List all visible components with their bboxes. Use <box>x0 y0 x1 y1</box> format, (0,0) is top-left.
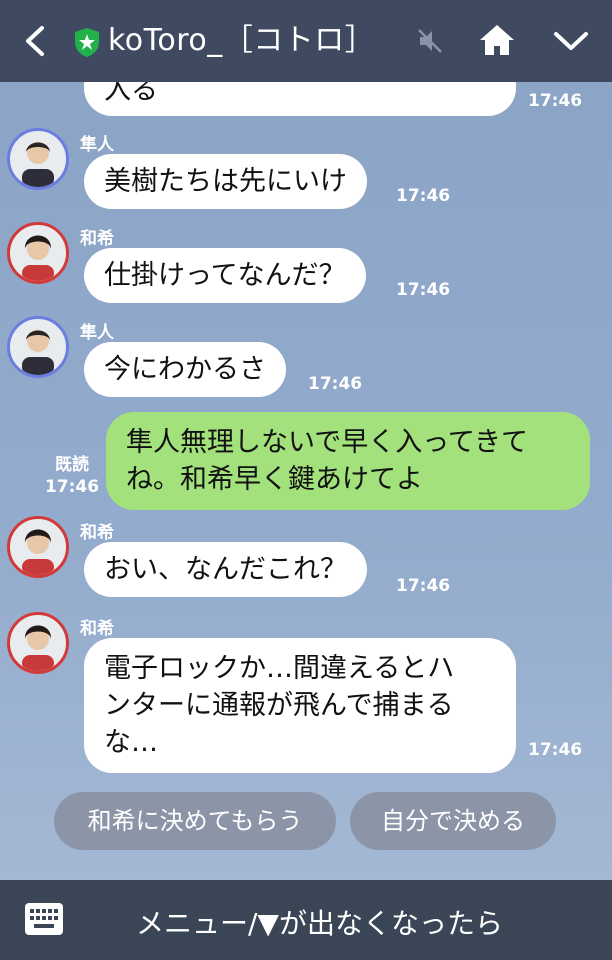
sender-name: 和希 <box>80 619 114 639</box>
home-icon[interactable] <box>478 22 516 58</box>
chevron-down-icon[interactable] <box>552 26 590 56</box>
back-chevron-icon[interactable] <box>18 22 52 60</box>
read-label: 既読 <box>55 455 89 475</box>
message-bubble: 入る <box>84 82 516 116</box>
sender-name: 和希 <box>80 523 114 543</box>
message-time: 17:46 <box>396 280 451 300</box>
message-time: 17:46 <box>396 576 451 596</box>
menu-toggle-text[interactable]: メニュー/▼が出なくなったら <box>136 902 503 942</box>
mute-icon <box>418 29 442 53</box>
sender-name: 和希 <box>80 229 114 249</box>
avatar[interactable] <box>7 128 69 190</box>
message-time: 17:46 <box>308 374 363 394</box>
chat-area: 入る 17:46 隼人 美樹たちは先にいけ 17:46 和希 仕掛けってなんだ？… <box>0 82 612 880</box>
message-bubble: 電子ロックか…間違えるとハ ンターに通報が飛んで捕まる な… <box>84 638 516 773</box>
message-bubble: おい、なんだこれ？ <box>84 542 367 597</box>
message-bubble: 仕掛けってなんだ？ <box>84 248 366 303</box>
message-bubble-own: 隼人無理しないで早く入ってきて ね。和希早く鍵あけてよ <box>106 412 590 510</box>
choice-button[interactable]: 和希に決めてもらう <box>54 792 336 850</box>
avatar[interactable] <box>7 516 69 578</box>
read-receipt: 既読 17:46 <box>40 454 104 498</box>
sender-name: 隼人 <box>80 135 114 155</box>
bottom-menu-bar: メニュー/▼が出なくなったら <box>0 880 612 960</box>
chat-title: koToro_［コトロ］ <box>108 23 376 58</box>
message-time: 17:46 <box>396 186 451 206</box>
avatar[interactable] <box>7 612 69 674</box>
choice-button[interactable]: 自分で決める <box>350 792 556 850</box>
message-time: 17:46 <box>44 477 100 497</box>
avatar[interactable] <box>7 222 69 284</box>
chat-header: koToro_［コトロ］ <box>0 0 612 82</box>
message-time: 17:46 <box>528 91 583 111</box>
official-shield-icon <box>75 28 99 57</box>
sender-name: 隼人 <box>80 323 114 343</box>
message-bubble: 今にわかるさ <box>84 342 286 397</box>
message-time: 17:46 <box>528 740 583 760</box>
keyboard-icon[interactable] <box>24 900 64 938</box>
message-bubble: 美樹たちは先にいけ <box>84 154 367 209</box>
avatar[interactable] <box>7 316 69 378</box>
